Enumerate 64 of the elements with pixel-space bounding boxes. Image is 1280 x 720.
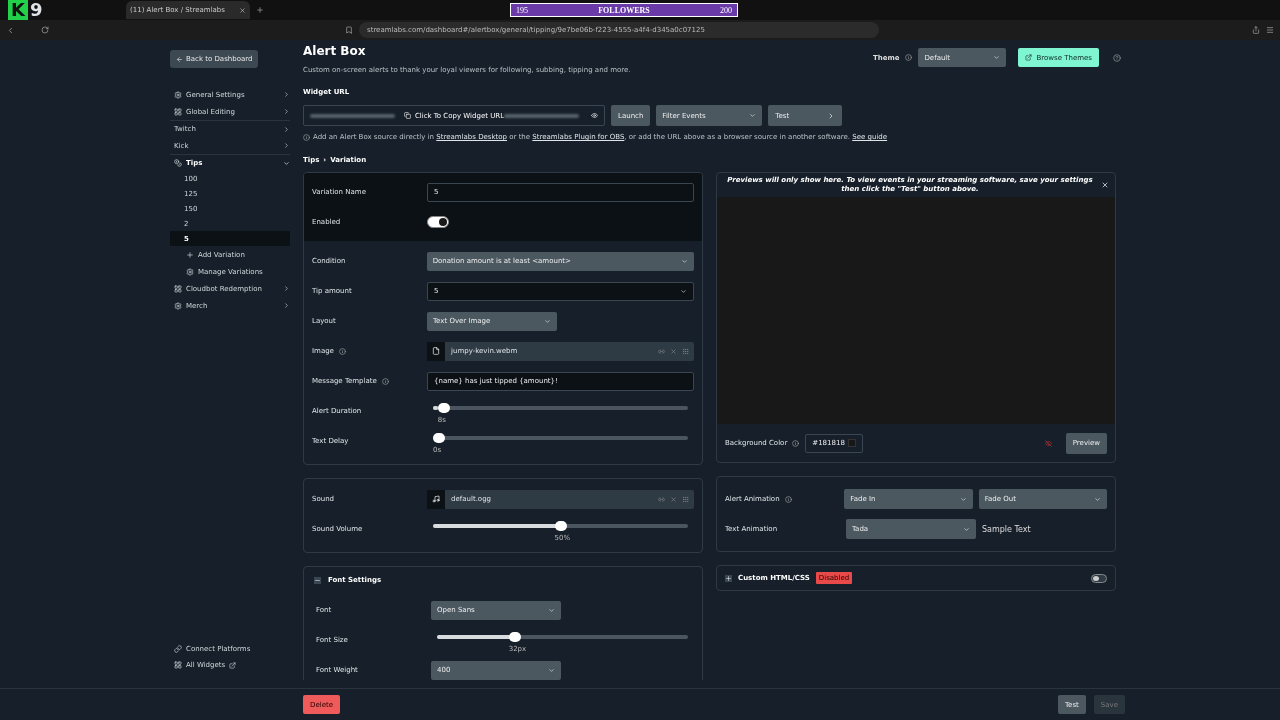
plus-icon	[186, 250, 194, 259]
info-icon	[792, 439, 800, 447]
caret-icon	[993, 54, 1001, 61]
arrow-left-icon	[176, 55, 183, 63]
grid-icon	[174, 107, 182, 116]
caret-icon	[963, 525, 970, 533]
slider[interactable]	[433, 402, 688, 413]
caret-icon[interactable]	[283, 285, 290, 292]
info-icon	[784, 495, 792, 503]
file-icon	[432, 347, 440, 355]
close-icon[interactable]	[239, 6, 246, 14]
channel-logo: K 9	[8, 0, 43, 20]
external-link-icon	[1025, 54, 1033, 61]
link-icon[interactable]	[658, 347, 665, 355]
gear-icon	[186, 267, 194, 276]
toggle-switch[interactable]	[427, 216, 449, 228]
eye-icon[interactable]	[591, 112, 598, 119]
slider-thumb[interactable]	[433, 432, 445, 443]
reload-icon[interactable]	[41, 26, 49, 34]
grid-icon	[174, 661, 182, 669]
music-icon	[432, 495, 440, 503]
copy-icon	[403, 112, 411, 119]
sample-text: Sample Text	[982, 524, 1031, 534]
menu-icon[interactable]	[1266, 26, 1274, 34]
new-tab-icon[interactable]	[256, 6, 264, 14]
slider[interactable]	[437, 631, 688, 642]
caret-icon	[681, 257, 688, 265]
color-swatch[interactable]	[848, 439, 857, 447]
slider[interactable]	[433, 520, 688, 531]
caret-icon	[749, 112, 757, 119]
caret-icon	[548, 666, 555, 674]
caret-icon[interactable]	[283, 302, 290, 309]
gear-icon	[174, 90, 182, 99]
gear-icon	[174, 301, 182, 310]
link-icon	[174, 645, 182, 653]
bookmark-icon[interactable]	[345, 26, 353, 34]
spinner-icon[interactable]	[680, 287, 687, 295]
slider-thumb[interactable]	[508, 631, 521, 642]
caret-icon[interactable]	[283, 108, 290, 115]
expand-icon[interactable]	[725, 574, 732, 582]
help-icon[interactable]	[1113, 53, 1121, 62]
slider-thumb[interactable]	[554, 520, 567, 531]
caret-icon[interactable]	[283, 91, 290, 98]
caret-icon	[548, 606, 555, 614]
caret-icon[interactable]	[283, 159, 290, 167]
grid-icon	[174, 284, 182, 293]
collapse-icon[interactable]	[314, 576, 321, 584]
coins-icon	[174, 159, 182, 167]
caret-icon	[544, 317, 551, 325]
slider-thumb[interactable]	[437, 402, 450, 413]
page-title: Alert Box	[303, 44, 367, 58]
external-link-icon	[229, 661, 237, 669]
slider[interactable]	[433, 432, 688, 443]
caret-icon	[959, 495, 967, 503]
caret-icon	[1094, 495, 1101, 503]
info-icon	[905, 54, 913, 61]
caret-icon[interactable]	[283, 142, 290, 149]
info-icon	[303, 133, 310, 141]
caret-icon[interactable]	[283, 125, 290, 133]
followers-goal-bar: 195 FOLLOWERS 200	[510, 3, 738, 17]
share-icon[interactable]	[1252, 26, 1260, 34]
back-icon[interactable]	[6, 25, 15, 35]
toggle-switch[interactable]	[1091, 573, 1107, 583]
link-icon[interactable]	[658, 495, 665, 503]
